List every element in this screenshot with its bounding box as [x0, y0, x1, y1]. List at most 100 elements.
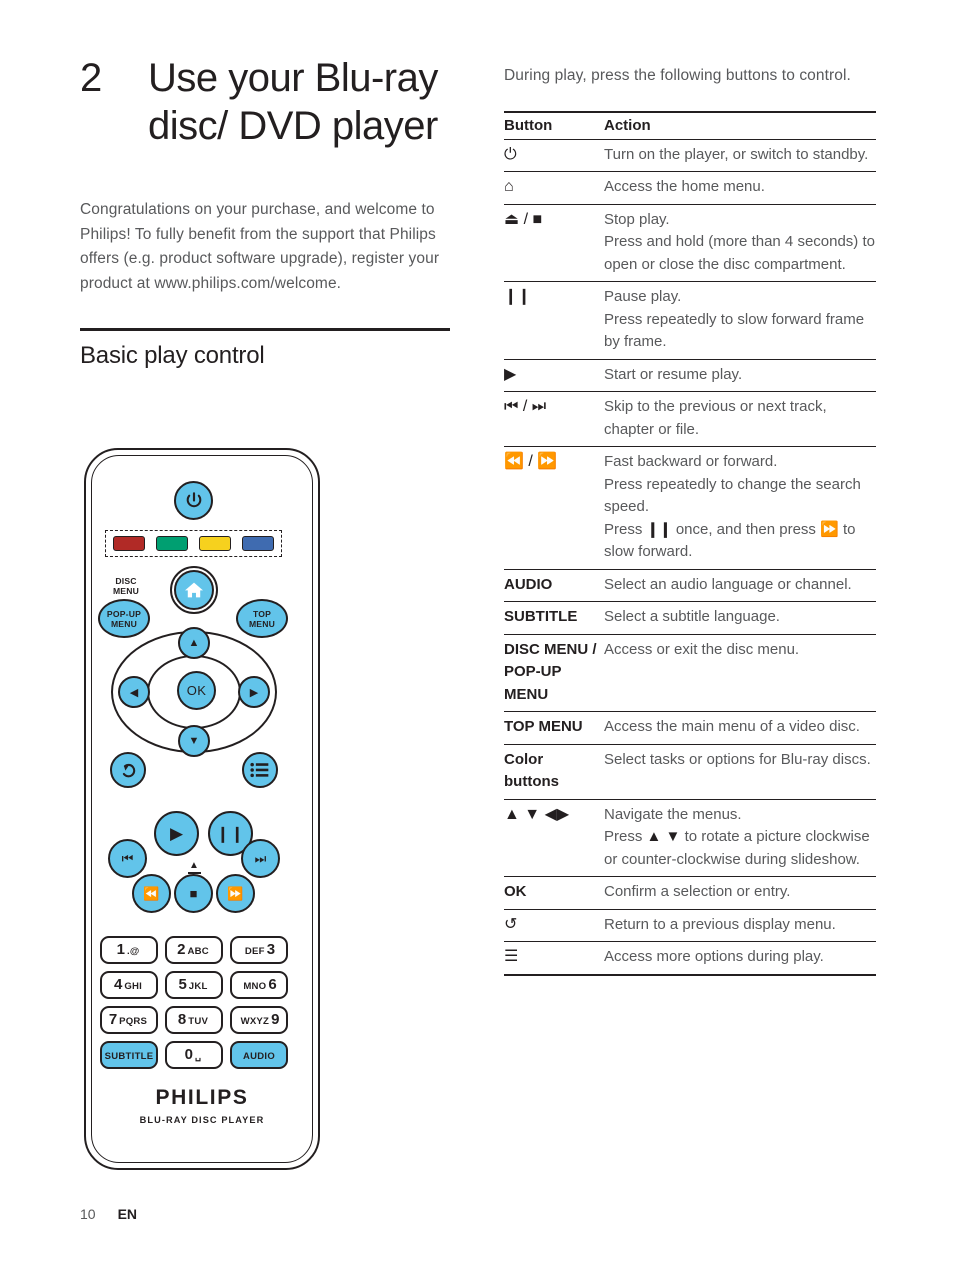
pause-icon: ❙❙ — [216, 825, 245, 843]
remote-top-menu-line2: MENU — [248, 618, 276, 629]
right-column: During play, press the following buttons… — [504, 64, 876, 976]
table-row: ⌂ Access the home menu. — [504, 171, 876, 205]
button-glyph-icon: ▲ ▼ ◀▶ — [504, 805, 570, 823]
button-glyph-icon: ⏪ / ⏩ — [504, 453, 558, 470]
button-action-table: Button Action ⏻ Turn on the player, or sw… — [504, 111, 876, 976]
table-cell-action: Stop play. Press and hold (more than 4 se… — [604, 204, 876, 282]
return-arrow-icon — [122, 763, 135, 777]
remote-key-9-label: WXYZ 9 — [240, 1011, 280, 1028]
remote-previous-button[interactable]: ⏮ — [108, 839, 147, 878]
remote-key-1-label: 1 .@ — [116, 941, 140, 958]
button-glyph-icon: ⏻ — [504, 145, 517, 163]
action-line: Access the main menu of a video disc. — [604, 718, 860, 735]
remote-ok-button[interactable]: OK — [177, 671, 216, 710]
remote-key-8[interactable]: 8 TUV — [165, 1006, 223, 1034]
remote-eject-indicator: ▲ — [178, 861, 210, 875]
table-cell-action: Skip to the previous or next track, chap… — [604, 391, 876, 447]
remote-key-0[interactable]: 0 ␣ — [165, 1041, 223, 1069]
pause-inline-icon: ❙❙ — [646, 520, 672, 538]
remote-top-menu-button[interactable]: TOP MENU — [236, 599, 288, 638]
remote-options-button[interactable] — [242, 752, 278, 788]
remote-disc-menu-label-line1: DISC — [115, 576, 137, 586]
table-row: AUDIO Select an audio language or channel… — [504, 569, 876, 602]
remote-color-button-blue[interactable] — [242, 536, 274, 551]
remote-key-6[interactable]: MNO 6 — [230, 971, 288, 999]
remote-popup-menu-button[interactable]: POP-UP MENU — [98, 599, 150, 638]
table-cell-button: TOP MENU — [504, 711, 604, 745]
remote-nav-right-button[interactable]: ▶ — [238, 676, 270, 708]
action-line: Press ▲ ▼ to rotate a picture clockwise … — [604, 828, 870, 868]
remote-home-button[interactable] — [174, 570, 214, 610]
arrow-left-icon: ◀ — [129, 686, 139, 699]
action-line: Pause play. — [604, 288, 682, 305]
action-line: Navigate the menus. — [604, 805, 742, 823]
table-row: ❙❙ Pause play. Press repeatedly to slow fo… — [504, 281, 876, 360]
remote-subtitle-label: SUBTITLE — [104, 1051, 154, 1062]
remote-key-2[interactable]: 2 ABC — [165, 936, 223, 964]
remote-play-button[interactable]: ▶ — [154, 811, 199, 856]
remote-key-7[interactable]: 7 PQRS — [100, 1006, 158, 1034]
remote-color-button-yellow[interactable] — [199, 536, 231, 551]
button-glyph-icon: ❙❙ — [504, 288, 531, 305]
home-icon — [185, 582, 203, 598]
remote-key-6-label: MNO 6 — [243, 976, 277, 993]
remote-key-4-label: 4 GHI — [114, 976, 142, 993]
remote-back-button[interactable] — [110, 752, 146, 788]
remote-color-buttons-group — [105, 530, 282, 557]
table-cell-action: Navigate the menus. Press ▲ ▼ to rotate a… — [604, 799, 876, 877]
language-code: EN — [117, 1206, 138, 1222]
remote-brand-logo: PHILIPS — [155, 1086, 249, 1109]
table-cell-button: ↺ — [504, 909, 604, 942]
table-row: ⏻ Turn on the player, or switch to standb… — [504, 139, 876, 172]
intro-paragraph-left: Congratulations on your purchase, and we… — [80, 201, 440, 292]
action-line: Access or exit the disc menu. — [604, 640, 800, 658]
action-line: Start or resume play. — [604, 365, 743, 383]
table-cell-action: Pause play. Press repeatedly to slow forw… — [604, 281, 876, 360]
arrow-down-icon: ▼ — [188, 735, 200, 747]
remote-key-1[interactable]: 1 .@ — [100, 936, 158, 964]
chapter-number: 2 — [80, 56, 103, 100]
table-cell-action: Turn on the player, or switch to standby… — [604, 139, 876, 172]
remote-rewind-button[interactable]: ⏪ — [132, 874, 171, 913]
remote-subtitle-button[interactable]: SUBTITLE — [100, 1041, 158, 1069]
button-glyph-icon: ⏮ / ⏭ — [504, 398, 547, 415]
table-cell-button: AUDIO — [504, 569, 604, 602]
action-line: Access more options during play. — [604, 948, 824, 965]
table-cell-action: Select an audio language or channel. — [604, 569, 876, 602]
remote-key-9[interactable]: WXYZ 9 — [230, 1006, 288, 1034]
table-cell-button: DISC MENU / POP-UP MENU — [504, 634, 604, 712]
remote-color-button-green[interactable] — [156, 536, 188, 551]
table-row: OK Confirm a selection or entry. — [504, 876, 876, 910]
remote-key-3[interactable]: DEF 3 — [230, 936, 288, 964]
remote-key-8-label: 8 TUV — [177, 1011, 209, 1028]
options-list-icon — [250, 762, 269, 778]
table-cell-action: Start or resume play. — [604, 359, 876, 392]
table-row: DISC MENU / POP-UP MENU Access or exit th… — [504, 634, 876, 712]
remote-nav-up-button[interactable]: ▲ — [178, 627, 210, 659]
remote-next-button[interactable]: ⏭ — [241, 839, 280, 878]
remote-color-button-red[interactable] — [113, 536, 145, 551]
action-line: Select an audio language or channel. — [604, 575, 852, 593]
remote-popup-menu-line1: POP-UP — [106, 608, 142, 619]
remote-stop-button[interactable]: ■ — [174, 874, 213, 913]
table-cell-button: OK — [504, 876, 604, 910]
action-line: Return to a previous display menu. — [604, 915, 836, 933]
remote-nav-down-button[interactable]: ▼ — [178, 725, 210, 757]
remote-key-5[interactable]: 5 JKL — [165, 971, 223, 999]
action-line: Access the home menu. — [604, 178, 765, 195]
button-glyph-icon: ↺ — [504, 915, 518, 933]
table-body: ⏻ Turn on the player, or switch to standb… — [504, 139, 876, 976]
table-row: TOP MENU Access the main menu of a video … — [504, 711, 876, 745]
remote-key-4[interactable]: 4 GHI — [100, 971, 158, 999]
remote-power-button[interactable] — [174, 481, 213, 520]
remote-audio-button[interactable]: AUDIO — [230, 1041, 288, 1069]
remote-forward-button[interactable]: ⏩ — [216, 874, 255, 913]
chapter-heading: 2 Use your Blu-ray disc/ DVD player — [80, 54, 450, 150]
remote-popup-menu-line2: MENU — [110, 618, 138, 629]
action-line: Stop play. — [604, 210, 670, 228]
action-line: Press repeatedly to slow forward frame b… — [604, 310, 865, 351]
action-line: Confirm a selection or entry. — [604, 883, 791, 900]
action-line: Press and hold (more than 4 seconds) to … — [604, 233, 875, 273]
remote-nav-left-button[interactable]: ◀ — [118, 676, 150, 708]
skip-previous-icon: ⏮ — [121, 850, 134, 866]
